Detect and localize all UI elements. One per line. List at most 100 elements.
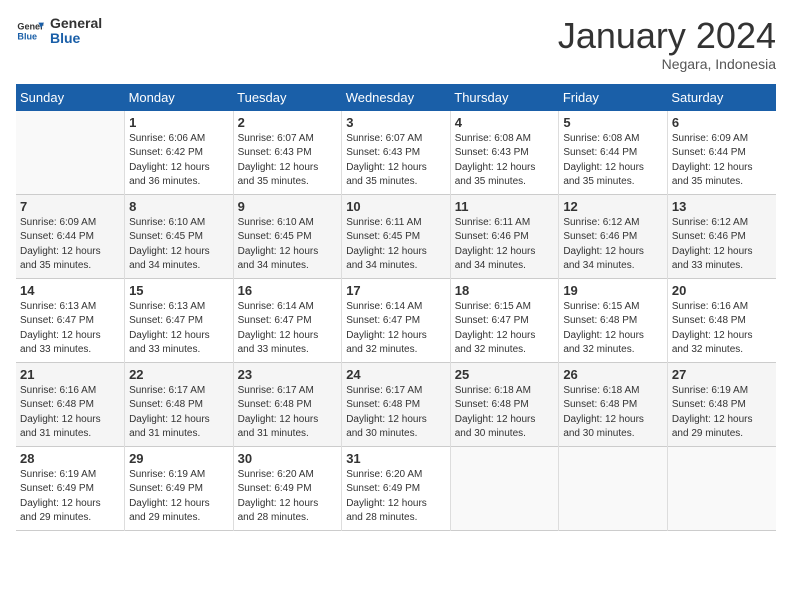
calendar-cell: [16, 111, 125, 195]
title-block: January 2024 Negara, Indonesia: [558, 16, 776, 72]
calendar-week-row: 21 Sunrise: 6:16 AMSunset: 6:48 PMDayligh…: [16, 362, 776, 446]
calendar-body: 1Sunrise: 6:06 AMSunset: 6:42 PMDaylight…: [16, 111, 776, 531]
calendar-cell: 14 Sunrise: 6:13 AMSunset: 6:47 PMDayligh…: [16, 278, 125, 362]
day-info: Sunrise: 6:07 AMSunset: 6:43 PMDaylight:…: [346, 132, 446, 190]
day-info: Sunrise: 6:19 AMSunset: 6:49 PMDaylight:…: [129, 468, 229, 526]
calendar-cell: 9 Sunrise: 6:10 AMSunset: 6:45 PMDaylight…: [233, 194, 342, 278]
day-number: 29: [129, 451, 229, 466]
day-number: 19: [563, 283, 663, 298]
logo-general: General: [50, 16, 102, 31]
calendar-cell: 16Sunrise: 6:14 AMSunset: 6:47 PMDayligh…: [233, 278, 342, 362]
day-info: Sunrise: 6:16 AMSunset: 6:48 PMDaylight:…: [20, 384, 120, 442]
day-number: 30: [238, 451, 338, 466]
calendar-cell: 7 Sunrise: 6:09 AMSunset: 6:44 PMDaylight…: [16, 194, 125, 278]
calendar-cell: 4 Sunrise: 6:08 AMSunset: 6:43 PMDaylight…: [450, 111, 559, 195]
day-number: 20: [672, 283, 772, 298]
day-info: Sunrise: 6:18 AMSunset: 6:48 PMDaylight:…: [563, 384, 663, 442]
calendar-cell: 28Sunrise: 6:19 AMSunset: 6:49 PMDayligh…: [16, 446, 125, 530]
location-subtitle: Negara, Indonesia: [558, 56, 776, 72]
day-info: Sunrise: 6:09 AMSunset: 6:44 PMDaylight:…: [20, 216, 120, 274]
calendar-cell: 31Sunrise: 6:20 AMSunset: 6:49 PMDayligh…: [342, 446, 451, 530]
day-number: 12: [563, 199, 663, 214]
calendar-cell: 13Sunrise: 6:12 AMSunset: 6:46 PMDayligh…: [667, 194, 776, 278]
header-day-tuesday: Tuesday: [233, 84, 342, 111]
day-info: Sunrise: 6:10 AMSunset: 6:45 PMDaylight:…: [238, 216, 338, 274]
calendar-cell: 17 Sunrise: 6:14 AMSunset: 6:47 PMDayligh…: [342, 278, 451, 362]
day-info: Sunrise: 6:12 AMSunset: 6:46 PMDaylight:…: [563, 216, 663, 274]
day-number: 21: [20, 367, 120, 382]
day-info: Sunrise: 6:17 AMSunset: 6:48 PMDaylight:…: [129, 384, 229, 442]
calendar-cell: 29 Sunrise: 6:19 AMSunset: 6:49 PMDayligh…: [125, 446, 234, 530]
day-info: Sunrise: 6:15 AMSunset: 6:48 PMDaylight:…: [563, 300, 663, 358]
day-info: Sunrise: 6:17 AMSunset: 6:48 PMDaylight:…: [238, 384, 338, 442]
calendar-cell: 12 Sunrise: 6:12 AMSunset: 6:46 PMDayligh…: [559, 194, 668, 278]
day-number: 7: [20, 199, 120, 214]
calendar-cell: 1Sunrise: 6:06 AMSunset: 6:42 PMDaylight…: [125, 111, 234, 195]
calendar-cell: 23 Sunrise: 6:17 AMSunset: 6:48 PMDayligh…: [233, 362, 342, 446]
day-number: 15: [129, 283, 229, 298]
day-number: 13: [672, 199, 772, 214]
calendar-week-row: 14 Sunrise: 6:13 AMSunset: 6:47 PMDayligh…: [16, 278, 776, 362]
day-number: 28: [20, 451, 120, 466]
day-number: 3: [346, 115, 446, 130]
svg-text:Blue: Blue: [17, 32, 37, 42]
day-number: 22: [129, 367, 229, 382]
day-info: Sunrise: 6:17 AMSunset: 6:48 PMDaylight:…: [346, 384, 446, 442]
calendar-cell: 24 Sunrise: 6:17 AMSunset: 6:48 PMDayligh…: [342, 362, 451, 446]
day-number: 17: [346, 283, 446, 298]
day-info: Sunrise: 6:14 AMSunset: 6:47 PMDaylight:…: [346, 300, 446, 358]
calendar-cell: 5 Sunrise: 6:08 AMSunset: 6:44 PMDaylight…: [559, 111, 668, 195]
month-title: January 2024: [558, 16, 776, 56]
calendar-week-row: 28 Sunrise: 6:19 AMSunset: 6:49 PMDayligh…: [16, 446, 776, 530]
day-number: 26: [563, 367, 663, 382]
day-info: Sunrise: 6:19 AMSunset: 6:48 PMDaylight:…: [672, 384, 772, 442]
calendar-cell: 8 Sunrise: 6:10 AMSunset: 6:45 PMDaylight…: [125, 194, 234, 278]
calendar-cell: 26 Sunrise: 6:18 AMSunset: 6:48 PMDayligh…: [559, 362, 668, 446]
calendar-cell: 25 Sunrise: 6:18 AMSunset: 6:48 PMDayligh…: [450, 362, 559, 446]
day-info: Sunrise: 6:11 AMSunset: 6:46 PMDaylight:…: [455, 216, 555, 274]
calendar-cell: 11 Sunrise: 6:11 AMSunset: 6:46 PMDayligh…: [450, 194, 559, 278]
day-info: Sunrise: 6:18 AMSunset: 6:48 PMDaylight:…: [455, 384, 555, 442]
header-day-friday: Friday: [559, 84, 668, 111]
logo: General Blue General Blue: [16, 16, 102, 47]
day-info: Sunrise: 6:13 AMSunset: 6:47 PMDaylight:…: [20, 300, 120, 358]
header-day-thursday: Thursday: [450, 84, 559, 111]
day-number: 4: [455, 115, 555, 130]
calendar-cell: 22 Sunrise: 6:17 AMSunset: 6:48 PMDayligh…: [125, 362, 234, 446]
day-number: 2: [238, 115, 338, 130]
calendar-header-row: SundayMondayTuesdayWednesdayThursdayFrid…: [16, 84, 776, 111]
day-number: 18: [455, 283, 555, 298]
calendar-cell: [450, 446, 559, 530]
day-number: 14: [20, 283, 120, 298]
day-number: 10: [346, 199, 446, 214]
day-info: Sunrise: 6:08 AMSunset: 6:43 PMDaylight:…: [455, 132, 555, 190]
calendar-cell: 19 Sunrise: 6:15 AMSunset: 6:48 PMDayligh…: [559, 278, 668, 362]
calendar-cell: 27 Sunrise: 6:19 AMSunset: 6:48 PMDayligh…: [667, 362, 776, 446]
day-info: Sunrise: 6:08 AMSunset: 6:44 PMDaylight:…: [563, 132, 663, 190]
day-info: Sunrise: 6:06 AMSunset: 6:42 PMDaylight:…: [129, 132, 229, 190]
day-number: 24: [346, 367, 446, 382]
calendar-cell: 20Sunrise: 6:16 AMSunset: 6:48 PMDayligh…: [667, 278, 776, 362]
calendar-cell: 30 Sunrise: 6:20 AMSunset: 6:49 PMDayligh…: [233, 446, 342, 530]
day-number: 5: [563, 115, 663, 130]
day-number: 25: [455, 367, 555, 382]
calendar-week-row: 1Sunrise: 6:06 AMSunset: 6:42 PMDaylight…: [16, 111, 776, 195]
day-info: Sunrise: 6:20 AMSunset: 6:49 PMDaylight:…: [238, 468, 338, 526]
logo-blue: Blue: [50, 31, 102, 46]
day-number: 27: [672, 367, 772, 382]
day-info: Sunrise: 6:20 AMSunset: 6:49 PMDaylight:…: [346, 468, 446, 526]
header-day-sunday: Sunday: [16, 84, 125, 111]
day-number: 23: [238, 367, 338, 382]
calendar-cell: [559, 446, 668, 530]
day-info: Sunrise: 6:07 AMSunset: 6:43 PMDaylight:…: [238, 132, 338, 190]
logo-icon: General Blue: [16, 17, 44, 45]
day-number: 8: [129, 199, 229, 214]
calendar-cell: 3 Sunrise: 6:07 AMSunset: 6:43 PMDaylight…: [342, 111, 451, 195]
day-info: Sunrise: 6:13 AMSunset: 6:47 PMDaylight:…: [129, 300, 229, 358]
day-info: Sunrise: 6:14 AMSunset: 6:47 PMDaylight:…: [238, 300, 338, 358]
day-number: 9: [238, 199, 338, 214]
day-number: 11: [455, 199, 555, 214]
day-info: Sunrise: 6:10 AMSunset: 6:45 PMDaylight:…: [129, 216, 229, 274]
header-day-wednesday: Wednesday: [342, 84, 451, 111]
calendar-cell: 18Sunrise: 6:15 AMSunset: 6:47 PMDayligh…: [450, 278, 559, 362]
